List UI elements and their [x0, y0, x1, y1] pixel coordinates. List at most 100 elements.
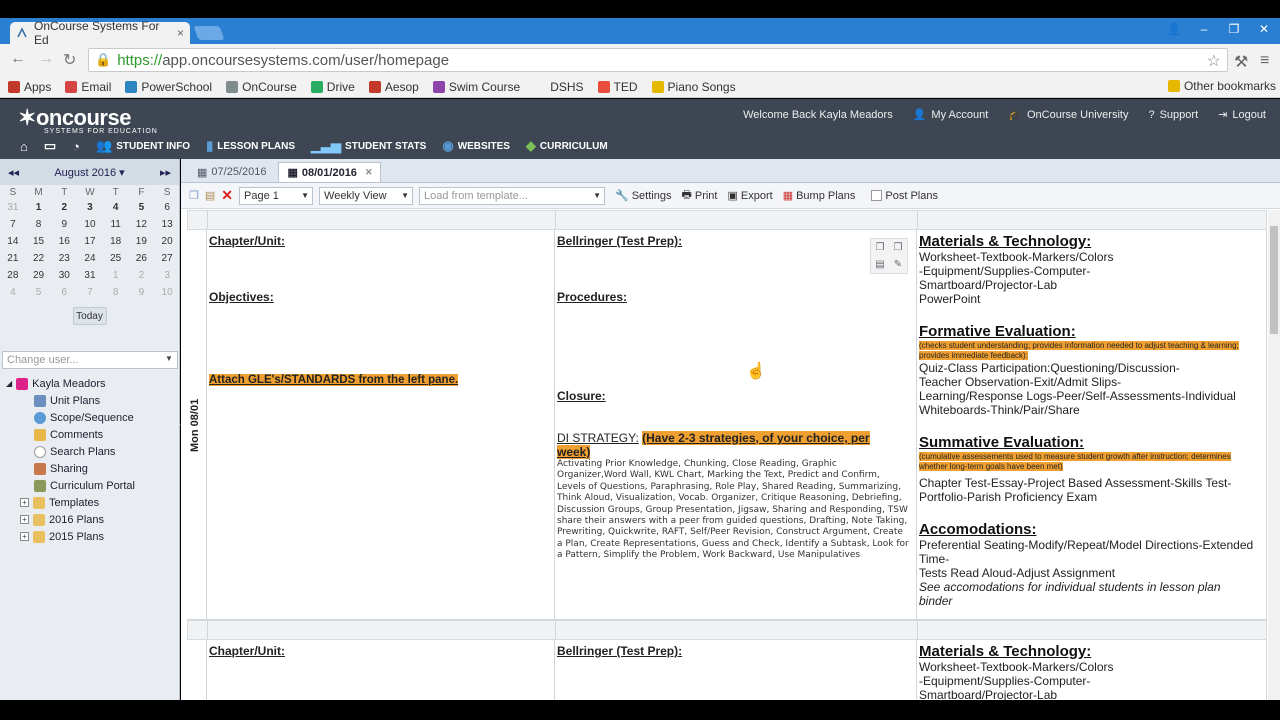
calendar-day[interactable]: 25	[103, 250, 129, 267]
next-year-icon[interactable]: ▸▸	[160, 166, 171, 179]
bookmark-star-icon[interactable]: ☆	[1207, 51, 1221, 71]
profile-icon[interactable]: 👤	[1166, 22, 1182, 36]
copy-alt-icon[interactable]: ❐	[894, 242, 903, 253]
bookmark-piano-songs[interactable]: Piano Songs	[651, 80, 736, 94]
browser-tab[interactable]: OnCourse Systems For Ed ×	[10, 19, 190, 47]
plan-column-2[interactable]: ❐ ❐ ▤ ✎ Bellringer (Test Prep): Procedures…	[555, 230, 917, 619]
calendar-day[interactable]: 12	[129, 216, 155, 233]
calendar-day[interactable]: 31	[77, 267, 103, 284]
bookmark-apps[interactable]: Apps	[8, 80, 51, 94]
export-button[interactable]: ▣ Export	[727, 189, 772, 203]
logout-link[interactable]: ⇥ Logout	[1218, 108, 1266, 122]
reload-icon[interactable]: ↻	[63, 50, 76, 70]
calendar-day[interactable]: 20	[154, 233, 180, 250]
bookmark-powerschool[interactable]: PowerSchool	[125, 80, 212, 94]
calendar-day[interactable]: 27	[154, 250, 180, 267]
tab-week-0801[interactable]: ▦ 08/01/2016 ✕	[278, 162, 382, 182]
calendar-day[interactable]: 21	[0, 250, 26, 267]
calendar-day[interactable]: 10	[77, 216, 103, 233]
post-plans-toggle[interactable]: Post Plans	[871, 190, 938, 202]
support-link[interactable]: ? Support	[1148, 109, 1198, 121]
settings-button[interactable]: 🔧 Settings	[615, 189, 671, 203]
prev-year-icon[interactable]: ◂◂	[8, 166, 19, 179]
plan-column-1[interactable]: Chapter/Unit: Objectives: Attach GLE's/S…	[207, 230, 555, 619]
bookmark-dshs[interactable]: DSHS	[534, 80, 584, 94]
bookmark-swim-course[interactable]: Swim Course	[432, 80, 520, 94]
nav-lesson-plans[interactable]: ▮ LESSON PLANS	[206, 138, 295, 154]
calendar-day[interactable]: 3	[77, 199, 103, 216]
calendar-day[interactable]: 16	[51, 233, 77, 250]
paste-icon[interactable]: ▤	[205, 189, 215, 202]
calendar-day[interactable]: 7	[77, 284, 103, 301]
tree-item-search-plans[interactable]: Search Plans	[0, 443, 179, 460]
nav-websites[interactable]: ◉ WEBSITES	[442, 138, 510, 154]
oncourse-logo[interactable]: ✶oncourse SYSTEMS FOR EDUCATION	[18, 105, 158, 135]
tree-item-comments[interactable]: Comments	[0, 426, 179, 443]
calendar-day[interactable]: 26	[129, 250, 155, 267]
scrollbar-thumb[interactable]	[1270, 226, 1278, 334]
paste-icon[interactable]: ▤	[875, 259, 884, 270]
tree-folder-templates[interactable]: + Templates	[0, 494, 179, 511]
forward-arrow-icon[interactable]: →	[38, 50, 54, 68]
delete-icon[interactable]: ✕	[221, 187, 233, 204]
calendar-day[interactable]: 3	[154, 267, 180, 284]
pie-chart-icon[interactable]: ◔	[72, 139, 80, 154]
today-button[interactable]: Today	[72, 307, 107, 325]
calendar-day[interactable]: 31	[0, 199, 26, 216]
calendar-month[interactable]: August 2016 ▾	[54, 166, 124, 179]
calendar-day[interactable]: 4	[103, 199, 129, 216]
back-arrow-icon[interactable]: ←	[10, 50, 26, 68]
tab-week-0725[interactable]: ▦ 07/25/2016	[189, 162, 274, 182]
calendar-day[interactable]: 28	[0, 267, 26, 284]
close-window-icon[interactable]: ✕	[1256, 22, 1272, 36]
calendar-day[interactable]: 9	[129, 284, 155, 301]
calendar-day[interactable]: 30	[51, 267, 77, 284]
tree-item-curriculum-portal[interactable]: Curriculum Portal	[0, 477, 179, 494]
bookmark-email[interactable]: Email	[65, 80, 111, 94]
calendar-day[interactable]: 22	[26, 250, 52, 267]
calendar-day[interactable]: 29	[26, 267, 52, 284]
nav-student-stats[interactable]: ▁▃▅ STUDENT STATS	[311, 138, 426, 154]
calendar-day[interactable]: 5	[26, 284, 52, 301]
calendar-day[interactable]: 2	[129, 267, 155, 284]
calendar-day[interactable]: 9	[51, 216, 77, 233]
calendar-day[interactable]: 8	[103, 284, 129, 301]
template-select[interactable]: Load from template... ▼	[419, 186, 606, 205]
tree-item-sharing[interactable]: Sharing	[0, 460, 179, 477]
post-plans-checkbox[interactable]	[871, 190, 883, 201]
eraser-icon[interactable]: ✎	[894, 259, 902, 270]
calendar-day[interactable]: 11	[103, 216, 129, 233]
plan-column-3[interactable]: Materials & Technology: Worksheet-Textbo…	[917, 230, 1267, 619]
calendar-day[interactable]: 2	[51, 199, 77, 216]
print-button[interactable]: 🖶 Print	[681, 186, 717, 205]
oncourse-university-link[interactable]: 🎓 OnCourse University	[1008, 108, 1128, 122]
calendar-day[interactable]: 8	[26, 216, 52, 233]
bookmark-ted[interactable]: TED	[597, 80, 638, 94]
bookmark-aesop[interactable]: Aesop	[368, 80, 419, 94]
calendar-day[interactable]: 6	[51, 284, 77, 301]
expand-icon[interactable]: +	[20, 515, 29, 524]
other-bookmarks[interactable]: Other bookmarks	[1167, 79, 1276, 93]
close-tab-icon[interactable]: ×	[177, 26, 184, 40]
folder-icon[interactable]: ▭	[44, 138, 56, 154]
calendar-day[interactable]: 1	[103, 267, 129, 284]
tree-folder-2016[interactable]: +2016 Plans	[0, 511, 179, 528]
new-tab-button[interactable]	[193, 26, 225, 40]
calendar-day[interactable]: 13	[154, 216, 180, 233]
menu-icon[interactable]: ≡	[1260, 52, 1269, 70]
view-select[interactable]: Weekly View ▼	[319, 186, 414, 205]
calendar-day[interactable]: 6	[154, 199, 180, 216]
bump-plans-button[interactable]: ▦ Bump Plans	[783, 189, 856, 203]
vertical-scrollbar[interactable]	[1268, 210, 1280, 700]
calendar-day[interactable]: 23	[51, 250, 77, 267]
change-user-select[interactable]: Change user... ▼	[2, 351, 178, 369]
copy-icon[interactable]: ❐	[876, 242, 885, 253]
calendar-day[interactable]: 19	[129, 233, 155, 250]
expand-icon[interactable]: +	[20, 532, 29, 541]
address-bar[interactable]: 🔒 https:// app.oncoursesystems.com/user/…	[88, 48, 1228, 72]
page-select[interactable]: Page 1 ▼	[239, 186, 314, 205]
tree-item-unit-plans[interactable]: Unit Plans	[0, 392, 179, 409]
calendar-day[interactable]: 4	[0, 284, 26, 301]
expand-icon[interactable]: +	[20, 498, 29, 507]
maximize-icon[interactable]: ❐	[1226, 22, 1242, 36]
